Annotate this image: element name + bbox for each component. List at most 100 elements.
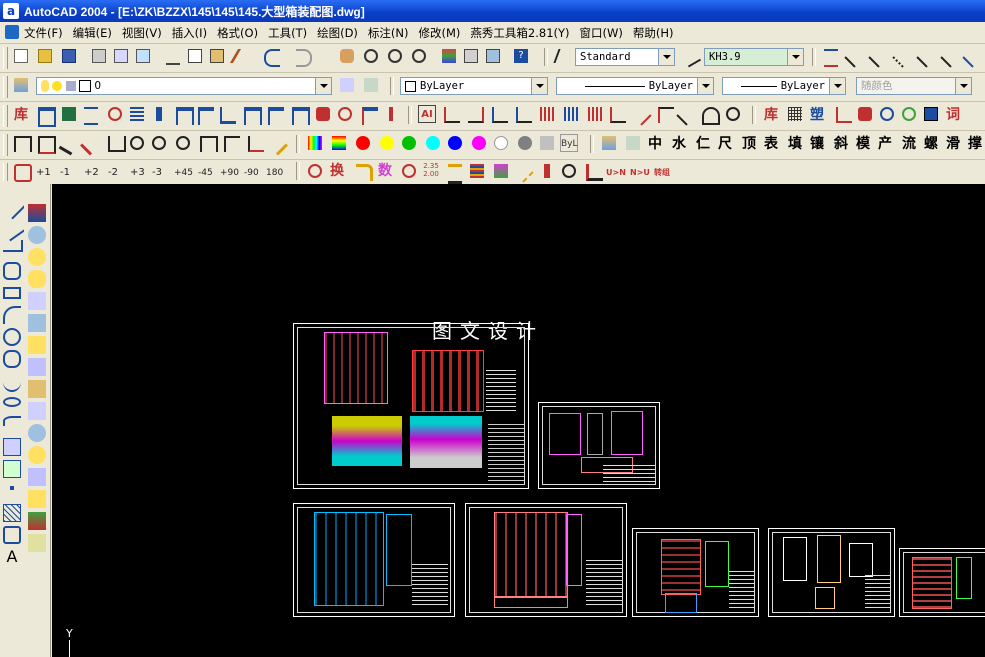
polyline-icon[interactable]: [3, 240, 23, 252]
rotate-minus-2-button[interactable]: -2: [108, 165, 118, 181]
tool-icon-36[interactable]: [856, 105, 874, 123]
side-icon-16[interactable]: [28, 534, 46, 552]
tool-icon-16[interactable]: [360, 105, 378, 125]
rotate-plus-2-button[interactable]: +2: [84, 165, 99, 181]
match-properties-icon[interactable]: [229, 47, 256, 65]
rotate-plus-45-button[interactable]: +45: [174, 165, 193, 181]
side-icon-09[interactable]: [28, 380, 46, 398]
tool-char-mo[interactable]: 模: [856, 135, 870, 153]
point-icon[interactable]: [10, 486, 14, 490]
color-magenta-swatch[interactable]: [470, 134, 488, 152]
tool-icon-35[interactable]: [834, 105, 852, 123]
menu-insert[interactable]: 插入(I): [172, 25, 207, 41]
plot-preview-icon[interactable]: [112, 47, 130, 65]
rotate-180-button[interactable]: 180: [266, 165, 283, 181]
rotate-minus-3-button[interactable]: -3: [152, 165, 162, 181]
menu-tools[interactable]: 工具(T): [268, 25, 307, 41]
tool-icon-b2[interactable]: [624, 134, 642, 152]
tool-char-ren[interactable]: 仁: [696, 135, 710, 153]
diag-line-icon-2[interactable]: [868, 46, 890, 68]
word-button[interactable]: 词: [946, 106, 960, 124]
tool-icon-c1[interactable]: [306, 162, 324, 180]
n-to-u-button[interactable]: N>U: [630, 165, 650, 181]
diag-line-icon-1[interactable]: [844, 46, 866, 68]
library2-button[interactable]: 库: [764, 106, 778, 124]
spline-icon[interactable]: [3, 372, 21, 392]
tool-icon-c6[interactable]: [492, 162, 510, 180]
tool-icon-31[interactable]: [724, 105, 742, 123]
tool-icon-30[interactable]: [700, 105, 720, 125]
side-icon-03[interactable]: [28, 248, 46, 266]
menu-help[interactable]: 帮助(H): [633, 25, 674, 41]
number-button[interactable]: 数: [378, 162, 392, 180]
side-icon-05[interactable]: [28, 292, 46, 310]
crosshair-circle-icon[interactable]: [336, 105, 354, 123]
scale-ratio-button[interactable]: 2.35 2.00: [422, 162, 440, 180]
layer-select[interactable]: 0: [36, 77, 332, 95]
redo-icon[interactable]: [294, 47, 312, 67]
tool-icon-22[interactable]: [514, 105, 532, 123]
color-yellow-swatch[interactable]: [378, 134, 396, 152]
copy-icon[interactable]: [186, 47, 204, 65]
pan-icon[interactable]: [338, 47, 356, 65]
dim-style-select[interactable]: KH3.9: [704, 48, 804, 66]
zoom-window-icon[interactable]: [386, 47, 404, 65]
tool-char-biao[interactable]: 表: [764, 135, 778, 153]
tool-icon-27[interactable]: [630, 104, 652, 126]
color-white-swatch[interactable]: [492, 134, 510, 152]
tool-icon-c7[interactable]: [512, 161, 534, 183]
autocad-app-icon[interactable]: a: [3, 3, 19, 19]
zoom-previous-icon[interactable]: [410, 47, 428, 65]
tool-icon-03[interactable]: [60, 105, 78, 123]
replace-button[interactable]: 换: [330, 162, 344, 180]
tool-char-luo[interactable]: 螺: [924, 135, 938, 153]
construction-line-icon[interactable]: [0, 214, 26, 242]
drawing-sheet-2[interactable]: [538, 402, 660, 489]
tool-icon-b1[interactable]: [600, 134, 618, 152]
design-center-icon[interactable]: [462, 47, 480, 65]
side-icon-02[interactable]: [28, 226, 46, 244]
drawing-sheet-6[interactable]: [768, 528, 895, 617]
region-icon[interactable]: [3, 526, 21, 544]
circle-icon[interactable]: [3, 328, 21, 346]
tool-icon-19[interactable]: [442, 105, 460, 123]
menu-window[interactable]: 窗口(W): [580, 25, 623, 41]
tool-char-cheng[interactable]: 撑: [968, 135, 982, 153]
tool-char-hua[interactable]: 滑: [946, 135, 960, 153]
tool-icon-23[interactable]: [538, 105, 556, 123]
diag-line-icon-6[interactable]: [962, 46, 984, 68]
tool-icon-29[interactable]: [676, 104, 698, 126]
tool-icon-a2[interactable]: [36, 134, 56, 154]
library-button[interactable]: 库: [14, 106, 28, 124]
publish-icon[interactable]: [134, 47, 152, 65]
plotstyle-control-select[interactable]: 随颜色: [856, 77, 972, 95]
plastic-button[interactable]: 塑: [810, 106, 824, 124]
tool-icon-10[interactable]: [218, 105, 236, 124]
side-icon-04[interactable]: [28, 270, 46, 288]
side-icon-01[interactable]: [28, 204, 46, 222]
tool-icon-a7[interactable]: [150, 134, 168, 152]
side-icon-06[interactable]: [28, 314, 46, 332]
rotate-minus-90-button[interactable]: -90: [244, 165, 259, 181]
tool-icon-20[interactable]: [466, 105, 484, 123]
menu-file[interactable]: 文件(F): [24, 25, 63, 41]
tool-icon-04[interactable]: [82, 105, 100, 125]
tool-icon-39[interactable]: [922, 105, 940, 123]
side-icon-11[interactable]: [28, 424, 46, 442]
tool-icon-a6[interactable]: [128, 134, 146, 152]
multiline-text-icon[interactable]: A: [3, 548, 21, 566]
tool-char-liu[interactable]: 流: [902, 135, 916, 153]
tool-icon-14[interactable]: [314, 105, 332, 123]
tool-icon-06[interactable]: [128, 105, 146, 123]
tool-char-shui[interactable]: 水: [672, 135, 686, 153]
lineweight-control-select[interactable]: ByLayer: [722, 77, 846, 95]
help-icon[interactable]: ?: [512, 47, 530, 65]
side-icon-07[interactable]: [28, 336, 46, 354]
ellipse-icon[interactable]: [3, 397, 21, 407]
menu-edit[interactable]: 编辑(E): [73, 25, 112, 41]
menu-view[interactable]: 视图(V): [122, 25, 162, 41]
bylayer-color-button[interactable]: ByL: [560, 134, 578, 152]
save-icon[interactable]: [60, 47, 78, 65]
open-folder-icon[interactable]: [36, 47, 54, 65]
linetype-control-select[interactable]: ByLayer: [556, 77, 714, 95]
